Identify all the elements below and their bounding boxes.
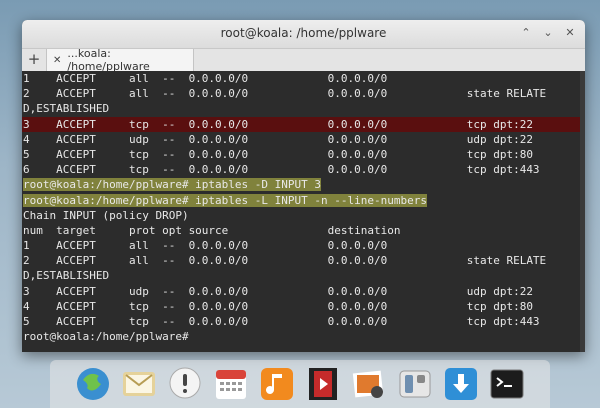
window-title: root@koala: /home/pplware — [220, 26, 387, 40]
calendar-icon[interactable] — [212, 365, 250, 403]
tab-close-icon[interactable]: ✕ — [53, 55, 61, 66]
close-button[interactable]: ✕ — [565, 26, 575, 40]
terminal-line: num target prot opt source destination — [23, 223, 401, 237]
chat-icon[interactable] — [166, 365, 204, 403]
terminal-line: 5 ACCEPT tcp -- 0.0.0.0/0 0.0.0.0/0 tcp … — [23, 147, 533, 161]
terminal-line: 2 ACCEPT all -- 0.0.0.0/0 0.0.0.0/0 stat… — [23, 87, 547, 101]
new-tab-button[interactable]: + — [22, 49, 46, 71]
scrollbar[interactable] — [580, 71, 585, 352]
terminal-line: 4 ACCEPT tcp -- 0.0.0.0/0 0.0.0.0/0 tcp … — [23, 299, 533, 313]
terminal-line: 5 ACCEPT tcp -- 0.0.0.0/0 0.0.0.0/0 tcp … — [23, 315, 540, 328]
video-icon[interactable] — [304, 365, 342, 403]
mail-icon[interactable] — [120, 365, 158, 403]
terminal-icon[interactable] — [488, 365, 526, 403]
title-bar[interactable]: root@koala: /home/pplware ⌃ ⌄ ✕ — [22, 20, 585, 49]
browser-icon[interactable] — [74, 365, 112, 403]
terminal-line-highlighted: 3 ACCEPT tcp -- 0.0.0.0/0 0.0.0.0/0 tcp … — [22, 116, 585, 132]
terminal-command-line: root@koala:/home/pplware# iptables -D IN… — [22, 177, 585, 192]
terminal-prompt: root@koala:/home/pplware# — [23, 330, 189, 344]
terminal-line: 2 ACCEPT all -- 0.0.0.0/0 0.0.0.0/0 stat… — [23, 254, 547, 268]
command-highlight: root@koala:/home/pplware# iptables -L IN… — [23, 193, 427, 207]
terminal-command-line: root@koala:/home/pplware# iptables -L IN… — [22, 193, 585, 208]
tab-bar: + ✕ ...koala: /home/pplware — [22, 47, 585, 73]
settings-icon[interactable] — [396, 365, 434, 403]
photos-icon[interactable] — [350, 365, 388, 403]
download-icon[interactable] — [442, 365, 480, 403]
terminal-line: 6 ACCEPT tcp -- 0.0.0.0/0 0.0.0.0/0 tcp … — [23, 163, 540, 177]
music-icon[interactable] — [258, 365, 296, 403]
tab-terminal[interactable]: ✕ ...koala: /home/pplware — [46, 47, 194, 73]
terminal-line: 3 ACCEPT udp -- 0.0.0.0/0 0.0.0.0/0 udp … — [23, 284, 533, 298]
terminal-output[interactable]: 1 ACCEPT all -- 0.0.0.0/0 0.0.0.0/0 2 AC… — [22, 71, 585, 352]
terminal-line: 1 ACCEPT all -- 0.0.0.0/0 0.0.0.0/0 — [23, 72, 388, 85]
tab-label: ...koala: /home/pplware — [67, 47, 150, 73]
terminal-line: 1 ACCEPT all -- 0.0.0.0/0 0.0.0.0/0 — [23, 239, 388, 253]
terminal-line: Chain INPUT (policy DROP) — [23, 208, 189, 222]
terminal-line: 4 ACCEPT udp -- 0.0.0.0/0 0.0.0.0/0 udp … — [23, 132, 533, 146]
command-highlight: root@koala:/home/pplware# iptables -D IN… — [23, 178, 322, 192]
terminal-line: D,ESTABLISHED — [23, 269, 110, 283]
minimize-button[interactable]: ⌃ — [521, 26, 531, 40]
maximize-button[interactable]: ⌄ — [543, 26, 553, 40]
dock — [50, 360, 550, 408]
terminal-line: D,ESTABLISHED — [23, 102, 110, 116]
terminal-window: root@koala: /home/pplware ⌃ ⌄ ✕ + ✕ ...k… — [22, 20, 585, 352]
